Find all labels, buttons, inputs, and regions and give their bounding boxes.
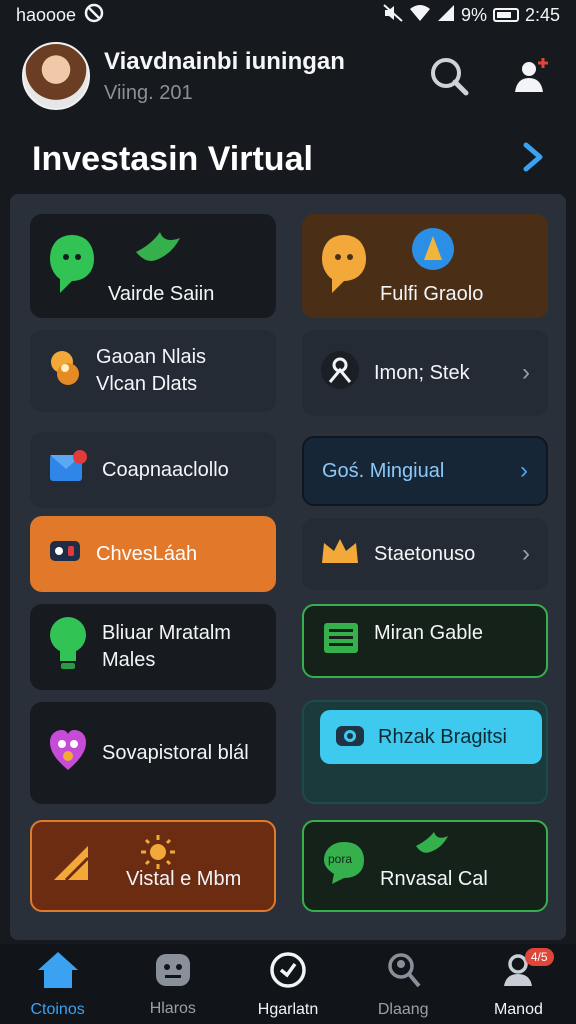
- card-rnvasal-cal[interactable]: pora Rnvasal Cal: [302, 820, 548, 912]
- chat-bubble-icon: pora: [322, 840, 366, 892]
- card-imon-stek[interactable]: Imon; Stek ›: [302, 330, 548, 416]
- card-vistal-mbm[interactable]: Vistal e Mbm: [30, 820, 276, 912]
- battery-icon: [492, 8, 519, 22]
- card-miran-gable[interactable]: Miran Gable: [302, 604, 548, 678]
- card-gos-mingiual[interactable]: Goś. Mingiual ›: [302, 436, 548, 506]
- mail-icon: [48, 449, 88, 491]
- mute-icon: [383, 3, 403, 27]
- nav-item-hlaros[interactable]: Hlaros: [115, 944, 230, 1024]
- crown-icon: [320, 535, 360, 573]
- rhzak-bragitsi-button[interactable]: Rhzak Bragitsi: [320, 710, 542, 764]
- card-vairde-saiin[interactable]: Vairde Saiin: [30, 214, 276, 318]
- chat-bubble-icon: [46, 231, 98, 301]
- card-label: Bliuar Mratalm Males: [102, 622, 231, 671]
- chevron-right-icon[interactable]: [520, 142, 546, 177]
- add-user-icon[interactable]: [508, 53, 554, 99]
- bottom-nav: Ctoinos Hlaros Hgarlatn Dlaang 4/5 Manod: [0, 944, 576, 1024]
- clock: 2:45: [524, 4, 560, 25]
- toggle-icon: [48, 537, 82, 571]
- card-label: ChvesLáah: [96, 542, 198, 565]
- bird-icon: [134, 230, 182, 272]
- card-fulfi-graolo[interactable]: Fulfi Graolo: [302, 214, 548, 318]
- bird-icon: [414, 830, 450, 864]
- bulb-icon: [48, 615, 88, 679]
- ruler-icon: [50, 842, 92, 890]
- face-icon: [153, 951, 193, 994]
- nav-label: Ctoinos: [30, 1000, 85, 1018]
- home-icon: [36, 950, 80, 995]
- camera-icon: [334, 720, 366, 754]
- notification-badge: 4/5: [524, 948, 554, 966]
- user-subtitle: Viing. 201: [104, 81, 193, 104]
- sun-icon: [140, 834, 176, 876]
- user-info: Viavdnainbi iuningan Viing. 201: [104, 48, 345, 105]
- card-label: Gaoan Nlais Vlcan Dlats: [96, 346, 207, 395]
- card-label: Staetonuso: [374, 542, 476, 565]
- search-person-icon: [383, 950, 423, 995]
- card-label: Vairde Saiin: [108, 282, 215, 305]
- chevron-right-icon: ›: [520, 457, 528, 484]
- chevron-right-icon: ›: [522, 359, 530, 386]
- card-staetonuso[interactable]: Staetonuso ›: [302, 518, 548, 590]
- card-label: Rhzak Bragitsi: [378, 725, 507, 748]
- section-title-row: Investasin Virtual: [32, 134, 546, 184]
- do-not-disturb-icon: [84, 3, 104, 28]
- person-icon: [320, 350, 360, 396]
- investment-panel: Vairde Saiin Fulfi Graolo Gaoan Nlais Vl…: [10, 194, 566, 940]
- bubble-text: pora: [328, 852, 353, 866]
- card-label: Fulfi Graolo: [380, 282, 484, 305]
- coins-icon: [48, 348, 82, 394]
- carrier-label: haoooe: [16, 4, 77, 25]
- battery-percent: 9%: [460, 4, 487, 25]
- signal-icon: [437, 4, 455, 27]
- search-icon[interactable]: [426, 53, 472, 99]
- wifi-icon: [409, 4, 431, 27]
- page-title: Investasin Virtual: [32, 139, 313, 178]
- clock-icon: [268, 950, 308, 995]
- card-chveslaah[interactable]: ChvesLáah: [30, 516, 276, 592]
- nav-item-dlaang[interactable]: Dlaang: [346, 944, 461, 1024]
- card-label: Coapnaaclollo: [102, 458, 229, 481]
- card-label: Rnvasal Cal: [380, 867, 488, 890]
- avatar[interactable]: [22, 42, 90, 110]
- card-coapnaaclollo[interactable]: Coapnaaclollo: [30, 432, 276, 508]
- card-label: Miran Gable: [374, 621, 483, 644]
- card-sovapistoral[interactable]: Sovapistoral blál: [30, 702, 276, 804]
- nav-label: Dlaang: [377, 1000, 429, 1018]
- card-gaoan-nlais[interactable]: Gaoan Nlais Vlcan Dlats: [30, 330, 276, 412]
- nav-item-hgarlatn[interactable]: Hgarlatn: [230, 944, 345, 1024]
- user-name: Viavdnainbi iuningan: [104, 47, 345, 75]
- table-icon: [322, 621, 360, 661]
- card-label: Sovapistoral blál: [102, 741, 249, 764]
- nav-label: Hlaros: [149, 999, 196, 1017]
- profile-header: Viavdnainbi iuningan Viing. 201: [0, 36, 576, 116]
- card-label: Goś. Mingiual: [322, 459, 445, 482]
- nav-label: Hgarlatn: [257, 1000, 319, 1018]
- chat-bubble-icon: [318, 231, 370, 301]
- card-label: Imon; Stek: [374, 361, 470, 384]
- chevron-right-icon: ›: [522, 540, 530, 567]
- status-bar: haoooe 9% 2:45: [0, 0, 576, 30]
- nav-item-manod[interactable]: 4/5 Manod: [461, 944, 576, 1024]
- heart-face-icon: [48, 728, 88, 778]
- nav-item-ctoinos[interactable]: Ctoinos: [0, 944, 115, 1024]
- nav-label: Manod: [493, 1000, 543, 1018]
- card-rhzak-bragitsi[interactable]: Rhzak Bragitsi: [302, 700, 548, 804]
- card-bliuar-mratalm[interactable]: Bliuar Mratalm Males: [30, 604, 276, 690]
- compass-icon: [410, 226, 456, 278]
